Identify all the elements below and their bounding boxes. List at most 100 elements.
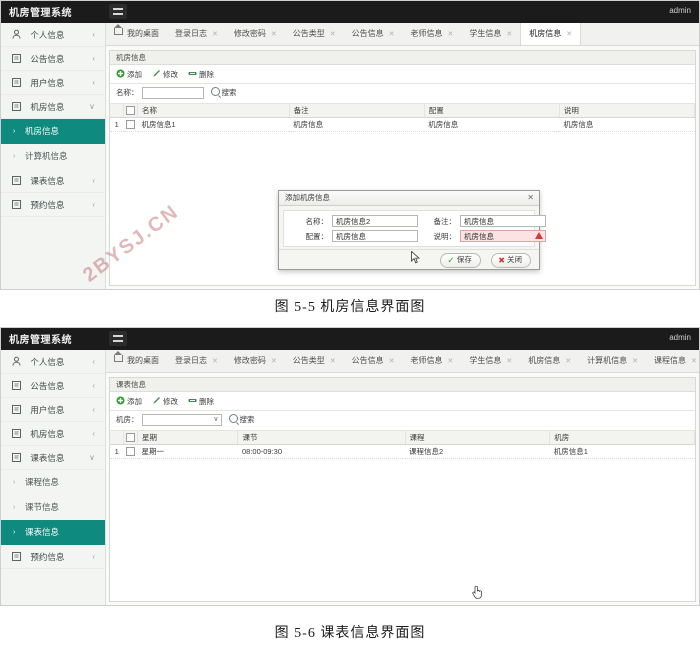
table-row[interactable]: 1 星期一 08:00-09:30 课程信息2 机房信息1: [110, 444, 695, 459]
close-icon[interactable]: ✕: [506, 31, 512, 38]
close-icon[interactable]: ✕: [691, 358, 697, 365]
hamburger-icon[interactable]: [109, 4, 127, 19]
delete-button[interactable]: 删除: [188, 67, 214, 82]
checkbox[interactable]: [126, 432, 135, 442]
sidebar-subitem-jisuanji-xinxi[interactable]: › 计算机信息: [1, 144, 105, 169]
close-icon[interactable]: ✕: [448, 31, 454, 38]
field-label-config: 配置：: [305, 232, 329, 241]
sidebar-subitem-jifang-xinxi[interactable]: › 机房信息: [1, 119, 105, 144]
sidebar-item-kebiao-xinxi[interactable]: 课表信息 ∨: [1, 446, 105, 470]
sidebar-item-gonggao-xinxi[interactable]: 公告信息 ‹: [1, 374, 105, 398]
sidebar-item-yonghu-xinxi[interactable]: 用户信息 ‹: [1, 71, 105, 95]
tab-wodezhuomian[interactable]: 我的桌面: [106, 23, 167, 44]
column-index: [110, 431, 124, 445]
row-select[interactable]: [123, 117, 138, 132]
close-button[interactable]: ✖ 关闭: [491, 253, 531, 268]
sidebar-item-kebiao-xinxi[interactable]: 课表信息 ‹: [1, 169, 105, 193]
close-icon[interactable]: ✕: [632, 358, 638, 365]
sidebar-item-yonghu-xinxi[interactable]: 用户信息 ‹: [1, 398, 105, 422]
close-icon[interactable]: ✕: [212, 358, 218, 365]
checkbox[interactable]: [126, 446, 135, 456]
search-input[interactable]: [141, 87, 204, 99]
sidebar-item-jifang-xinxi[interactable]: 机房信息 ‹: [1, 422, 105, 446]
close-icon[interactable]: ✕: [212, 31, 218, 38]
field-input-desc[interactable]: 机房信息: [460, 230, 546, 242]
close-icon[interactable]: ✕: [448, 358, 454, 365]
tab-label: 学生信息: [469, 29, 502, 38]
search-button[interactable]: 搜索: [210, 86, 237, 100]
note-icon: [11, 424, 22, 438]
field-input-remark[interactable]: 机房信息: [460, 215, 546, 227]
sidebar-subitem-kebiao-xinxi[interactable]: › 课表信息: [1, 520, 105, 545]
tab-xiugaimima[interactable]: 修改密码 ✕: [226, 350, 285, 371]
column-select-all[interactable]: [123, 104, 138, 118]
checkbox[interactable]: [126, 119, 135, 129]
pencil-icon: [152, 68, 161, 77]
edit-button[interactable]: 修改: [152, 67, 178, 82]
tab-gonggaoleixing[interactable]: 公告类型 ✕: [285, 23, 344, 44]
admin-user-label[interactable]: admin: [669, 333, 691, 342]
sidebar-item-yuyue-xinxi[interactable]: 预约信息 ‹: [1, 193, 105, 217]
tab-label: 课程信息: [654, 356, 686, 365]
tab-laoshixinxi[interactable]: 老师信息 ✕: [403, 350, 462, 371]
tab-denglurizhi[interactable]: 登录日志 ✕: [167, 23, 226, 44]
sidebar-item-label: 个人信息: [30, 357, 65, 367]
column-select-all[interactable]: [123, 431, 138, 445]
tab-gonggaoxinxi[interactable]: 公告信息 ✕: [344, 23, 403, 44]
sidebar-item-geren-xinxi[interactable]: 个人信息 ‹: [1, 23, 105, 47]
search-button[interactable]: 搜索: [228, 413, 255, 427]
delete-button[interactable]: 删除: [188, 394, 214, 409]
tab-wodezhuomian[interactable]: 我的桌面: [106, 350, 167, 371]
tab-jisuanjixinxi[interactable]: 计算机信息 ✕: [579, 350, 646, 371]
sidebar-item-gonggao-xinxi[interactable]: 公告信息 ‹: [1, 47, 105, 71]
table-row[interactable]: 1 机房信息1 机房信息 机房信息 机房信息: [110, 117, 695, 132]
chevron-left-icon: ‹: [92, 405, 95, 414]
sidebar-subitem-kecheng-xinxi[interactable]: › 课程信息: [1, 470, 105, 495]
close-icon[interactable]: ✕: [271, 31, 277, 38]
tab-laoshixinxi[interactable]: 老师信息 ✕: [403, 23, 462, 44]
panel-toolbar: 添加 修改 删除: [110, 392, 695, 411]
close-icon[interactable]: ✕: [330, 358, 336, 365]
hamburger-icon[interactable]: [109, 331, 127, 346]
column-header: 课节: [237, 431, 406, 445]
search-select-jifang[interactable]: ∨: [141, 414, 222, 426]
sidebar-item-label: 公告信息: [30, 381, 65, 391]
add-button[interactable]: 添加: [116, 394, 142, 409]
tab-jifangxinxi[interactable]: 机房信息 ✕: [520, 350, 579, 371]
tab-denglurizhi[interactable]: 登录日志 ✕: [167, 350, 226, 371]
sidebar-item-yuyue-xinxi[interactable]: 预约信息 ‹: [1, 545, 105, 569]
sidebar-item-label: 用户信息: [30, 78, 65, 88]
tab-xueshengxinxi[interactable]: 学生信息 ✕: [461, 23, 520, 44]
tab-gonggaoxinxi[interactable]: 公告信息 ✕: [344, 350, 403, 371]
close-icon[interactable]: ✕: [389, 31, 395, 38]
panel-title: 课表信息: [110, 378, 695, 392]
save-button[interactable]: ✓ 保存: [440, 253, 481, 268]
close-icon[interactable]: ✕: [389, 358, 395, 365]
tab-gonggaoleixing[interactable]: 公告类型 ✕: [285, 350, 344, 371]
close-icon[interactable]: ✕: [566, 31, 572, 38]
tab-jifangxinxi[interactable]: 机房信息 ✕: [520, 23, 582, 45]
chevron-right-icon: ›: [13, 504, 16, 511]
sidebar-item-jifang-xinxi[interactable]: 机房信息 ∨: [1, 95, 105, 119]
cell-period: 08:00-09:30: [237, 444, 405, 459]
close-icon[interactable]: ✕: [271, 358, 277, 365]
checkbox[interactable]: [126, 105, 135, 115]
admin-user-label[interactable]: admin: [669, 6, 691, 15]
tab-xiugaimima[interactable]: 修改密码 ✕: [226, 23, 285, 44]
field-input-config[interactable]: 机房信息: [332, 230, 418, 242]
add-button[interactable]: 添加: [116, 67, 142, 82]
sidebar-item-label: 预约信息: [30, 200, 65, 210]
edit-button[interactable]: 修改: [152, 394, 178, 409]
tab-xueshengxinxi[interactable]: 学生信息 ✕: [461, 350, 520, 371]
sidebar-item-geren-xinxi[interactable]: 个人信息 ‹: [1, 350, 105, 374]
field-input-name[interactable]: 机房信息2: [332, 215, 418, 227]
close-icon[interactable]: ✕: [527, 191, 534, 205]
close-icon[interactable]: ✕: [330, 31, 336, 38]
sidebar-subitem-kejie-xinxi[interactable]: › 课节信息: [1, 495, 105, 520]
warning-icon: [535, 232, 543, 239]
chevron-left-icon: ‹: [92, 357, 95, 366]
row-select[interactable]: [123, 444, 138, 459]
close-icon[interactable]: ✕: [506, 358, 512, 365]
tab-kechengxinxi[interactable]: 课程信息 ✕: [646, 350, 699, 371]
close-icon[interactable]: ✕: [565, 358, 571, 365]
